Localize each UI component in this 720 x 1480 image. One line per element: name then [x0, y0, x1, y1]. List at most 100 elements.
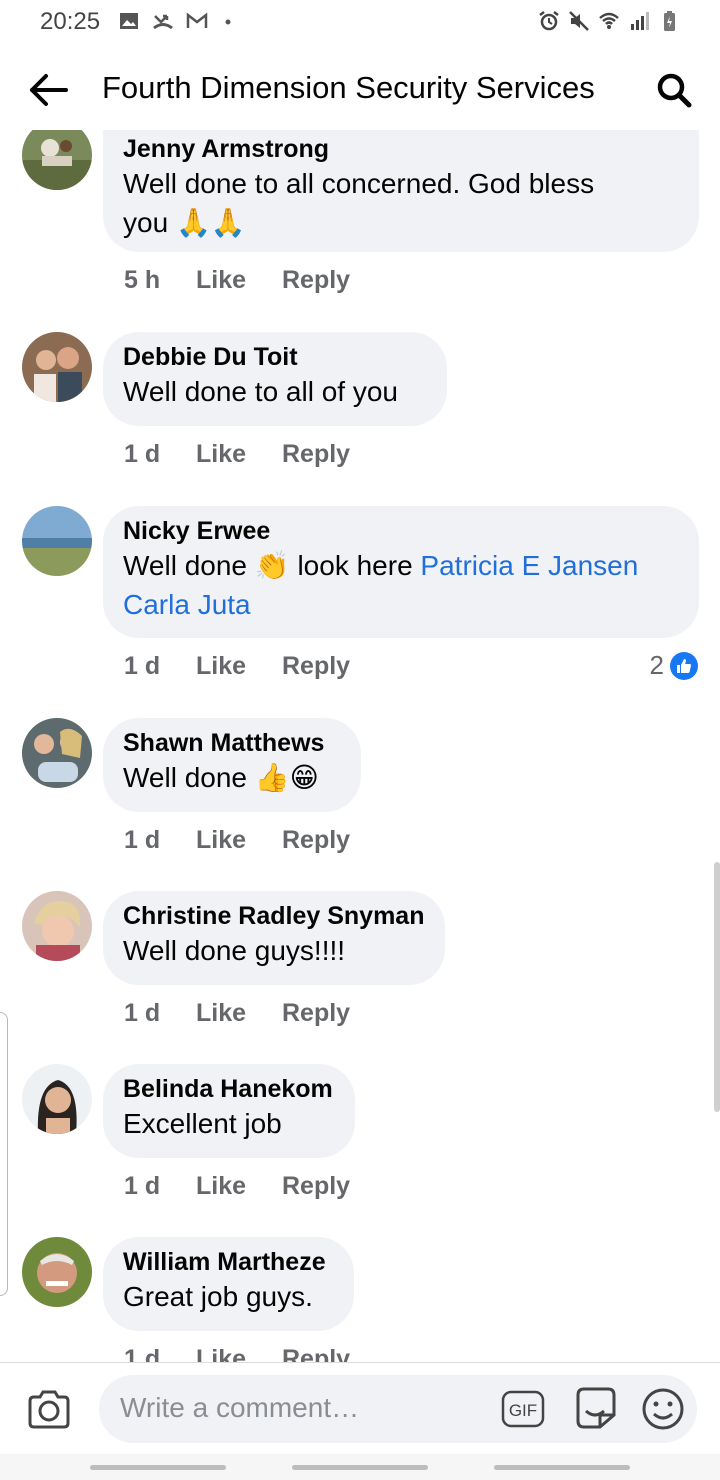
comment-author[interactable]: Nicky Erwee — [123, 516, 679, 546]
comment-input-placeholder: Write a comment… — [120, 1392, 360, 1423]
like-reaction-icon — [670, 651, 698, 680]
comment-time[interactable]: 1 d — [124, 999, 196, 1028]
comment-actions: 1 d Like Reply — [124, 1172, 350, 1201]
comment-time[interactable]: 1 d — [124, 1172, 196, 1201]
gmail-icon — [186, 12, 208, 28]
comment-bubble[interactable]: Christine Radley Snyman Well done guys!!… — [103, 891, 445, 985]
avatar[interactable] — [22, 718, 92, 788]
comment-time[interactable]: 1 d — [124, 652, 196, 681]
avatar[interactable] — [22, 1064, 92, 1134]
comment-text: Well done to all of you — [123, 376, 398, 407]
like-button[interactable]: Like — [196, 440, 282, 469]
camera-button[interactable] — [26, 1389, 72, 1431]
comment-actions: 1 d Like Reply — [124, 652, 350, 681]
sticker-button[interactable] — [572, 1385, 618, 1431]
comment-bubble[interactable]: Nicky Erwee Well done 👏 look here Patric… — [103, 506, 699, 638]
comment-text-part: look here — [297, 550, 413, 581]
comment-text: Well done 👏 look here Patricia E Jansen C… — [123, 546, 679, 624]
search-button[interactable] — [652, 68, 696, 112]
mute-icon — [569, 11, 589, 31]
system-nav-bar — [0, 1454, 720, 1480]
comment-text: Excellent job — [123, 1108, 282, 1139]
dot-icon — [225, 19, 231, 25]
avatar[interactable] — [22, 332, 92, 402]
reply-button[interactable]: Reply — [282, 652, 350, 681]
like-button[interactable]: Like — [196, 826, 282, 855]
signal-icon — [631, 12, 649, 30]
emoji-button[interactable] — [641, 1387, 685, 1431]
comment-text: Well done guys!!!! — [123, 935, 346, 966]
comment-item: William Martheze Great job guys. 1 d Lik… — [0, 1237, 720, 1362]
comment-text-part: Well done — [123, 762, 248, 793]
reply-button[interactable]: Reply — [282, 266, 350, 295]
avatar[interactable] — [22, 130, 92, 190]
like-button[interactable]: Like — [196, 999, 282, 1028]
scrollbar[interactable] — [714, 862, 720, 1112]
comment-author[interactable]: Debbie Du Toit — [123, 342, 427, 372]
nav-recents-button[interactable] — [90, 1465, 226, 1470]
avatar[interactable] — [22, 506, 92, 576]
gif-icon: GIF — [501, 1390, 545, 1428]
alarm-icon — [539, 11, 559, 31]
like-button[interactable]: Like — [196, 1172, 282, 1201]
comment-author[interactable]: Christine Radley Snyman — [123, 901, 425, 931]
comment-item: Debbie Du Toit Well done to all of you 1… — [0, 332, 720, 482]
comment-composer: Write a comment… GIF — [0, 1362, 720, 1454]
comment-actions: 1 d Like Reply — [124, 1345, 350, 1362]
mention-link[interactable]: Carla Juta — [123, 589, 251, 620]
like-button[interactable]: Like — [196, 652, 282, 681]
reply-button[interactable]: Reply — [282, 1345, 350, 1362]
gallery-icon — [120, 13, 138, 29]
comment-bubble[interactable]: Belinda Hanekom Excellent job — [103, 1064, 355, 1158]
comment-author[interactable]: Jenny Armstrong — [123, 134, 679, 164]
reply-button[interactable]: Reply — [282, 1172, 350, 1201]
reply-button[interactable]: Reply — [282, 440, 350, 469]
comment-bubble[interactable]: Debbie Du Toit Well done to all of you — [103, 332, 447, 426]
edge-panel-handle[interactable] — [0, 1012, 8, 1296]
comment-time[interactable]: 1 d — [124, 440, 196, 469]
comment-actions: 1 d Like Reply — [124, 999, 350, 1028]
mention-link[interactable]: Patricia E Jansen — [420, 550, 638, 581]
comment-item: Jenny Armstrong Well done to all concern… — [0, 130, 720, 300]
reply-button[interactable]: Reply — [282, 826, 350, 855]
comment-text-line2: you — [123, 207, 169, 238]
comment-text: Well done 👍😁 — [123, 758, 341, 797]
wifi-icon — [599, 12, 619, 29]
comment-author[interactable]: Shawn Matthews — [123, 728, 341, 758]
gif-button[interactable]: GIF — [501, 1389, 545, 1429]
page-title: Fourth Dimension Security Services — [102, 70, 595, 105]
gif-label: GIF — [509, 1401, 537, 1420]
like-button[interactable]: Like — [196, 1345, 282, 1362]
reaction-count[interactable]: 2 — [650, 650, 698, 681]
clap-emoji-icon: 👏 — [254, 550, 290, 581]
comment-bubble[interactable]: Jenny Armstrong Well done to all concern… — [103, 130, 699, 252]
comment-bubble[interactable]: William Martheze Great job guys. — [103, 1237, 354, 1331]
comment-author[interactable]: Belinda Hanekom — [123, 1074, 335, 1104]
battery-icon — [664, 11, 675, 31]
comment-text: Great job guys. — [123, 1281, 313, 1312]
comment-text-part: Well done — [123, 550, 248, 581]
status-bar: 20:25 — [0, 0, 720, 48]
nav-home-button[interactable] — [292, 1465, 428, 1470]
emoji-icon — [642, 1388, 684, 1430]
camera-icon — [28, 1390, 70, 1429]
comment-item: Christine Radley Snyman Well done guys!!… — [0, 891, 720, 1041]
comment-actions: 1 d Like Reply — [124, 440, 350, 469]
comments-list: Jenny Armstrong Well done to all concern… — [0, 130, 720, 1362]
like-button[interactable]: Like — [196, 266, 282, 295]
comment-text-line1: Well done to all concerned. God bless — [123, 168, 595, 199]
nav-back-button[interactable] — [494, 1465, 630, 1470]
comment-item: Shawn Matthews Well done 👍😁 1 d Like Rep… — [0, 718, 720, 868]
reply-button[interactable]: Reply — [282, 999, 350, 1028]
comment-time[interactable]: 1 d — [124, 826, 196, 855]
comment-time[interactable]: 1 d — [124, 1345, 196, 1362]
avatar[interactable] — [22, 891, 92, 961]
back-button[interactable] — [26, 68, 70, 112]
avatar[interactable] — [22, 1237, 92, 1307]
missed-call-icon — [153, 14, 173, 30]
comment-bubble[interactable]: Shawn Matthews Well done 👍😁 — [103, 718, 361, 812]
comment-item: Nicky Erwee Well done 👏 look here Patric… — [0, 506, 720, 686]
comment-author[interactable]: William Martheze — [123, 1247, 334, 1277]
comment-time[interactable]: 5 h — [124, 266, 196, 295]
app-bar: Fourth Dimension Security Services — [0, 48, 720, 130]
